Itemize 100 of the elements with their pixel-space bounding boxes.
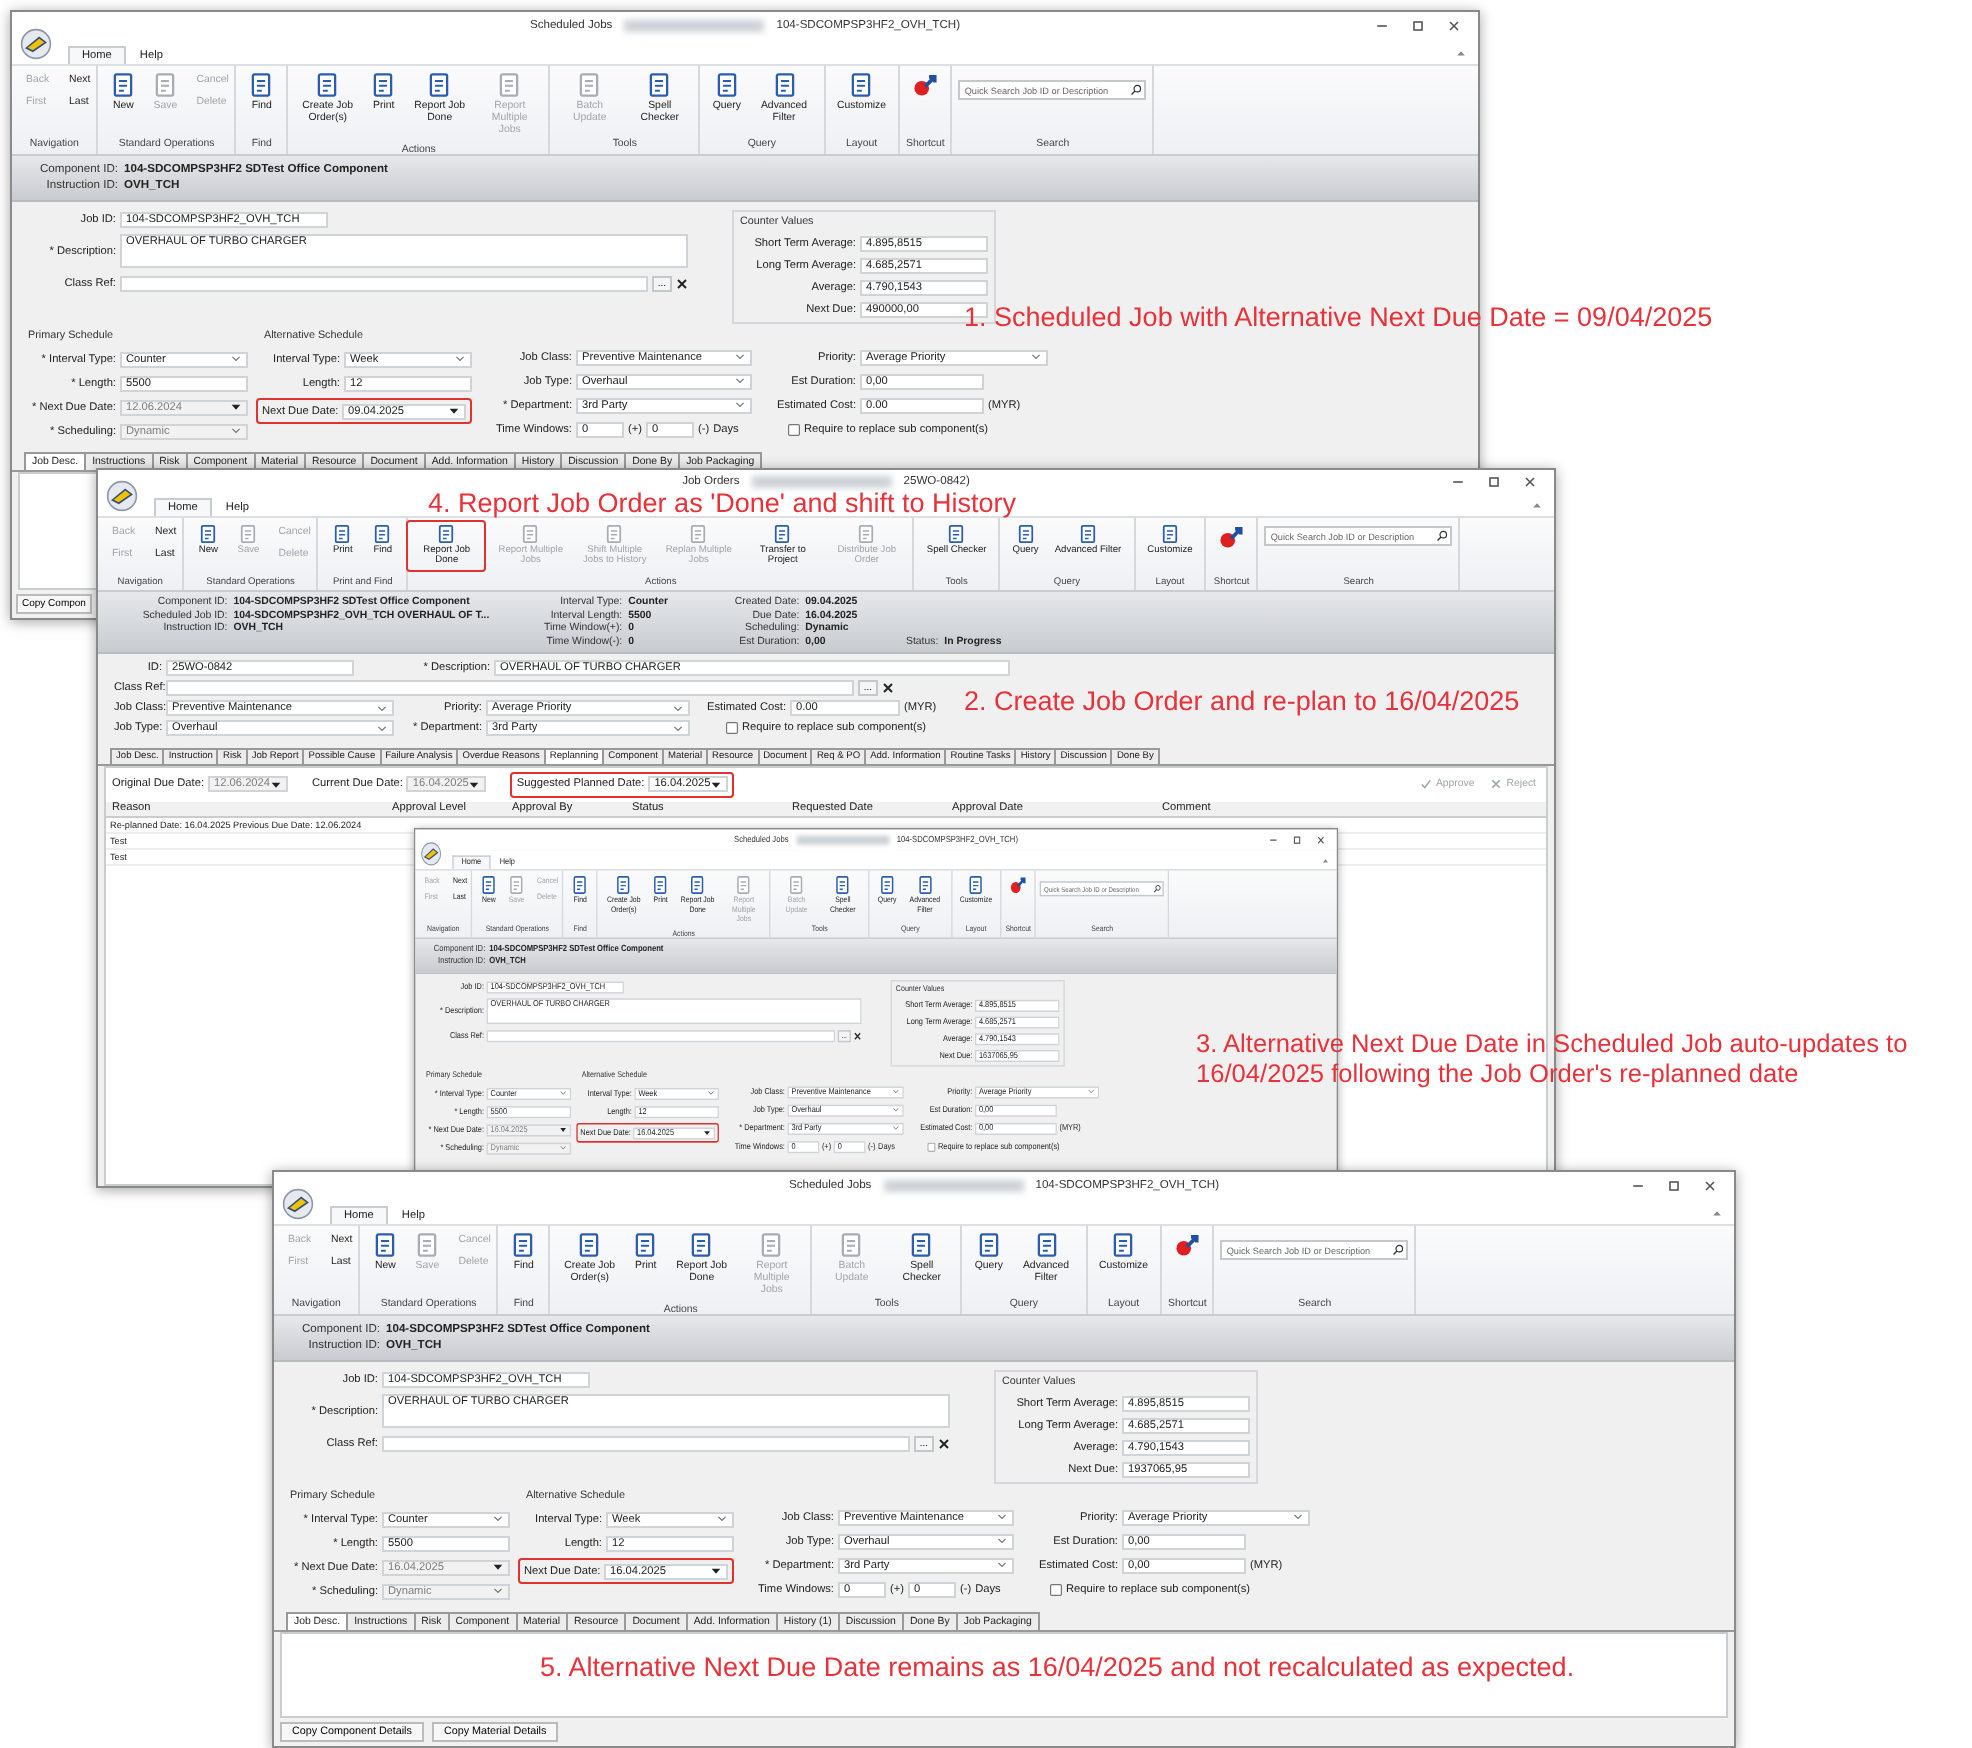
- redacted-block: [751, 475, 892, 487]
- document-icon: [576, 72, 603, 98]
- document-icon: [878, 875, 896, 895]
- document-icon: [632, 1232, 659, 1258]
- dot-arrow-icon[interactable]: [912, 72, 939, 98]
- dropdown-triangle-icon: [710, 779, 723, 789]
- document-icon: [848, 72, 875, 98]
- close-icon[interactable]: [1702, 1178, 1718, 1194]
- redacted-block: [624, 20, 765, 32]
- annotation-text: 2. Create Job Order and re-plan to 16/04/2025: [964, 686, 1520, 718]
- collapse-caret-icon[interactable]: [1322, 856, 1329, 864]
- input-field[interactable]: [382, 1435, 910, 1451]
- dropdown-triangle-icon: [492, 1562, 504, 1572]
- chevron-icon: [230, 354, 242, 364]
- document-icon: [198, 524, 219, 544]
- check-icon: [1419, 778, 1432, 790]
- document-icon: [652, 875, 670, 895]
- document-icon: [414, 1232, 441, 1258]
- document-icon: [372, 1232, 399, 1258]
- checkbox[interactable]: [927, 1141, 936, 1151]
- clear-icon[interactable]: [882, 682, 894, 694]
- document-icon: [248, 72, 275, 98]
- document-icon: [510, 1232, 537, 1258]
- document-icon: [772, 524, 793, 544]
- chevron-icon: [996, 1536, 1008, 1546]
- maximize-icon[interactable]: [1666, 1178, 1682, 1194]
- search-icon: [1392, 1244, 1405, 1256]
- document-icon: [520, 524, 541, 544]
- document-icon: [689, 875, 707, 895]
- chevron-icon: [492, 1586, 504, 1596]
- close-icon[interactable]: [1522, 473, 1538, 489]
- input-field[interactable]: [486, 1029, 835, 1042]
- chevron-icon: [734, 352, 746, 362]
- maximize-icon[interactable]: [1410, 18, 1426, 34]
- annotation-text: 4. Report Job Order as 'Done' and shift to History: [428, 488, 1017, 520]
- chevron-icon: [454, 354, 466, 364]
- redacted-block: [796, 835, 889, 845]
- document-icon: [1077, 524, 1098, 544]
- chevron-icon: [1030, 352, 1042, 362]
- input-field[interactable]: [120, 275, 648, 291]
- dropdown-triangle-icon: [270, 779, 283, 789]
- dropdown-triangle-icon: [559, 1125, 568, 1134]
- document-icon: [735, 875, 753, 895]
- document-icon: [332, 524, 353, 544]
- document-icon: [856, 524, 877, 544]
- input-field[interactable]: [166, 680, 854, 696]
- redacted-block: [883, 1180, 1024, 1192]
- document-icon: [480, 875, 498, 895]
- document-icon: [788, 875, 806, 895]
- document-icon: [946, 524, 967, 544]
- document-icon: [916, 875, 934, 895]
- document-icon: [646, 72, 673, 98]
- checkbox[interactable]: [1050, 1583, 1062, 1595]
- dropdown-triangle-icon: [710, 1566, 722, 1576]
- close-icon[interactable]: [1446, 18, 1462, 34]
- chevron-icon: [230, 426, 242, 436]
- clear-icon[interactable]: [676, 277, 688, 289]
- clear-icon[interactable]: [853, 1030, 862, 1041]
- app-logo-icon[interactable]: [106, 480, 138, 512]
- document-icon: [713, 72, 740, 98]
- dot-arrow-icon[interactable]: [1218, 524, 1245, 550]
- collapse-caret-icon[interactable]: [1712, 1207, 1722, 1217]
- document-icon: [688, 1232, 715, 1258]
- dropdown-triangle-icon: [230, 402, 242, 412]
- dot-arrow-icon[interactable]: [1174, 1232, 1201, 1258]
- document-icon: [1015, 524, 1036, 544]
- document-icon: [372, 524, 393, 544]
- dropdown-triangle-icon: [468, 779, 481, 789]
- app-logo-icon[interactable]: [420, 841, 442, 866]
- document-icon: [576, 1232, 603, 1258]
- clear-icon[interactable]: [938, 1437, 950, 1449]
- collapse-caret-icon[interactable]: [1532, 499, 1542, 509]
- document-icon: [838, 1232, 865, 1258]
- search-icon: [1130, 84, 1143, 96]
- document-icon: [1110, 1232, 1137, 1258]
- document-icon: [688, 524, 709, 544]
- maximize-icon[interactable]: [1486, 473, 1502, 489]
- checkbox[interactable]: [726, 722, 738, 734]
- app-logo-icon[interactable]: [20, 28, 52, 60]
- chevron-icon: [1292, 1512, 1304, 1522]
- document-icon: [975, 1232, 1002, 1258]
- document-icon: [110, 72, 137, 98]
- document-icon: [496, 72, 523, 98]
- checkbox[interactable]: [788, 423, 800, 435]
- document-icon: [571, 875, 589, 895]
- dropdown-triangle-icon: [448, 406, 460, 416]
- cross-icon: [1490, 778, 1503, 790]
- document-icon: [370, 72, 397, 98]
- collapse-caret-icon[interactable]: [1456, 47, 1466, 57]
- document-icon: [834, 875, 852, 895]
- document-icon: [758, 1232, 785, 1258]
- document-icon: [436, 524, 457, 544]
- app-logo-icon[interactable]: [282, 1188, 314, 1220]
- chevron-icon: [492, 1514, 504, 1524]
- document-icon: [238, 524, 259, 544]
- document-icon: [615, 875, 633, 895]
- chevron-icon: [996, 1560, 1008, 1570]
- document-icon: [967, 875, 985, 895]
- document-icon: [771, 72, 798, 98]
- chevron-icon: [734, 400, 746, 410]
